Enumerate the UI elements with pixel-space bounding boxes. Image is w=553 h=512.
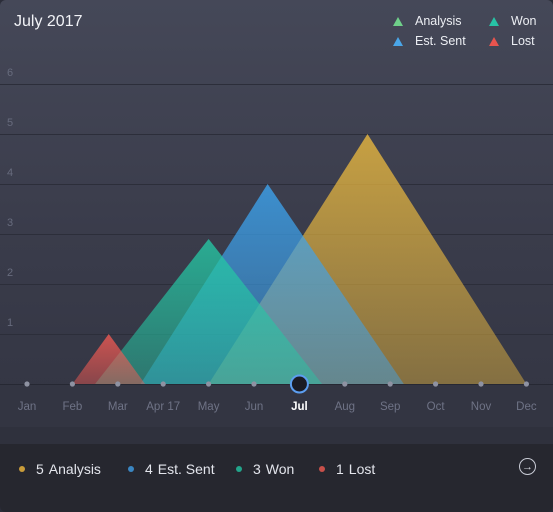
x-tick-label: Aug [335, 401, 355, 413]
x-tick-label: Feb [62, 401, 82, 413]
x-tick-label: Mar [108, 401, 128, 413]
summary-label: Analysis [48, 461, 101, 477]
summary-est-sent[interactable]: 4 Est. Sent [128, 461, 215, 477]
legend-item-lost: Lost [489, 34, 543, 48]
legend-item-won: Won [489, 14, 543, 28]
x-tick-label: Apr 17 [146, 401, 180, 413]
x-tick-label: Dec [516, 401, 537, 413]
chart-title: July 2017 [14, 13, 83, 30]
chart-card: 1 2 3 4 5 6 Jan Feb Mar Apr 17 May Jun Jul Aug Sep Oct N… [0, 0, 553, 512]
summary-count: 4 [145, 461, 153, 477]
summary-count: 1 [336, 461, 344, 477]
status-dot [128, 466, 134, 472]
legend: Analysis Won Est. Sent Lost [393, 14, 543, 48]
pipeline-chart: 1 2 3 4 5 6 Jan Feb Mar Apr 17 May Jun Jul Aug Sep Oct N… [0, 67, 553, 413]
month-marker [523, 381, 530, 387]
month-marker [69, 381, 75, 387]
summary-label: Won [265, 461, 295, 477]
month-marker [342, 381, 348, 387]
summary-count: 5 [36, 461, 44, 477]
triangle-icon [489, 36, 499, 46]
x-tick-label: Nov [471, 401, 492, 413]
status-dot [236, 466, 242, 472]
summary-analysis[interactable]: 5 Analysis [19, 461, 101, 477]
month-marker [478, 381, 484, 387]
triangle-icon [393, 36, 403, 46]
x-tick-label: Jan [18, 401, 37, 413]
summary-label: Est. Sent [157, 461, 215, 477]
x-tick-label: Oct [427, 401, 446, 413]
summary-label: Lost [348, 461, 376, 477]
y-tick-label: 3 [7, 217, 13, 229]
y-tick-label: 1 [7, 317, 13, 329]
legend-item-est-sent: Est. Sent [393, 34, 489, 48]
summary-count: 3 [253, 461, 261, 477]
x-tick-label: Jun [245, 401, 264, 413]
selected-month-marker [289, 374, 309, 394]
legend-label: Won [511, 14, 537, 28]
legend-label: Est. Sent [415, 34, 466, 48]
month-marker [251, 381, 257, 387]
month-marker [206, 381, 212, 387]
triangle-icon [489, 16, 499, 26]
month-marker [387, 381, 393, 387]
summary-lost[interactable]: 1 Lost [319, 461, 375, 477]
y-tick-label: 6 [7, 67, 13, 79]
x-tick-label: Sep [380, 401, 400, 413]
legend-item-analysis: Analysis [393, 14, 489, 28]
month-marker [115, 381, 121, 387]
legend-label: Lost [511, 34, 535, 48]
month-marker [24, 381, 30, 387]
status-dot [319, 466, 325, 472]
y-tick-label: 2 [7, 267, 13, 279]
y-tick-label: 4 [7, 167, 13, 179]
x-tick-label: Jul [291, 401, 308, 413]
summary-won[interactable]: 3 Won [236, 461, 294, 477]
summary-footer [0, 444, 553, 512]
status-dot [19, 466, 25, 472]
x-tick-label: May [198, 401, 220, 413]
triangle-icon [393, 16, 403, 26]
month-marker [433, 381, 439, 387]
y-tick-label: 5 [7, 117, 13, 129]
arrow-right-circle-icon[interactable]: → [519, 458, 536, 475]
legend-label: Analysis [415, 14, 462, 28]
month-marker [160, 381, 166, 387]
